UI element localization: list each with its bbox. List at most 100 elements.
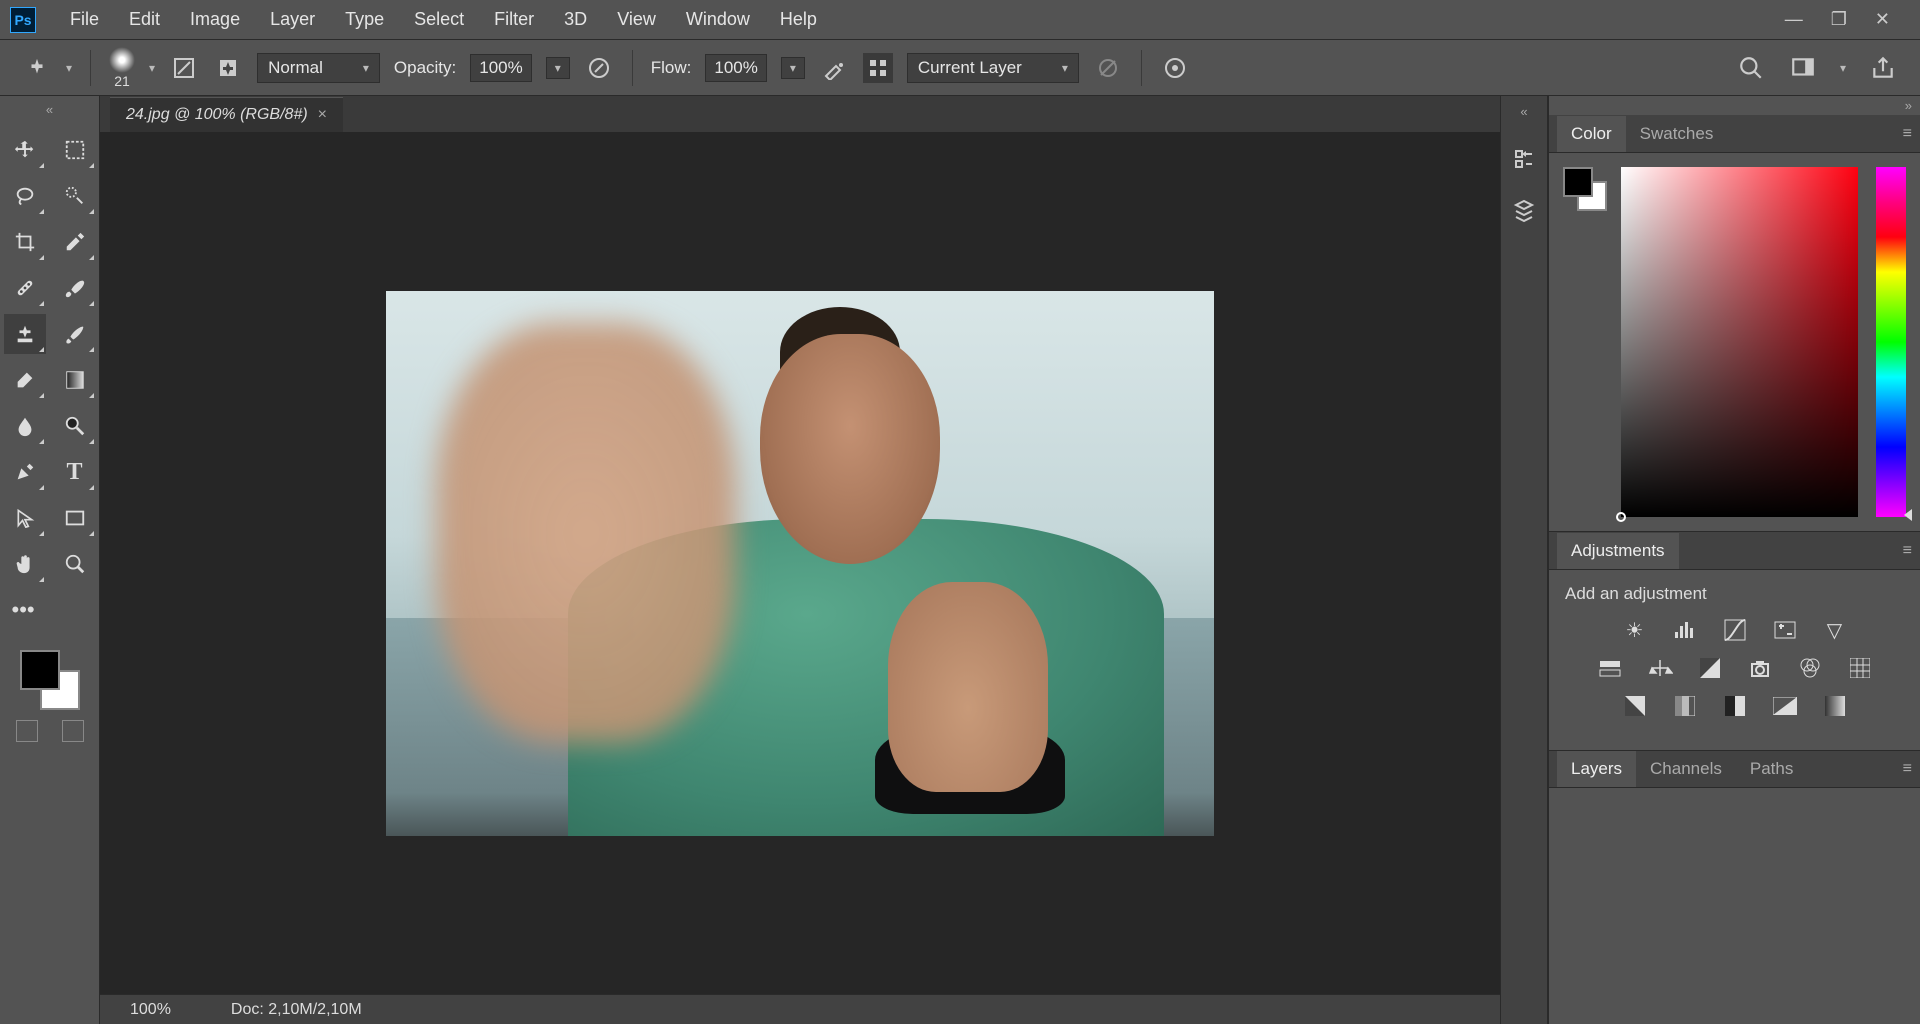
share-icon[interactable] — [1868, 53, 1898, 83]
posterize-icon[interactable] — [1670, 694, 1700, 718]
invert-icon[interactable] — [1620, 694, 1650, 718]
edit-toolbar-button[interactable]: ••• — [4, 590, 46, 630]
pressure-opacity-icon[interactable] — [584, 53, 614, 83]
tab-channels[interactable]: Channels — [1636, 751, 1736, 787]
brush-panel-icon[interactable] — [169, 53, 199, 83]
tab-color[interactable]: Color — [1557, 116, 1626, 152]
clone-stamp-tool[interactable] — [4, 314, 46, 354]
foreground-color[interactable] — [20, 650, 60, 690]
move-tool[interactable] — [4, 130, 46, 170]
gradient-map-icon[interactable] — [1770, 694, 1800, 718]
brush-preview[interactable]: 21 — [109, 47, 135, 89]
channel-mixer-icon[interactable] — [1795, 656, 1825, 680]
curves-icon[interactable] — [1720, 618, 1750, 642]
close-icon[interactable]: × — [318, 106, 327, 124]
minimize-button[interactable]: — — [1785, 9, 1803, 30]
tab-adjustments[interactable]: Adjustments — [1557, 533, 1679, 569]
threshold-icon[interactable] — [1720, 694, 1750, 718]
quick-select-tool[interactable] — [54, 176, 96, 216]
collapse-right-icon[interactable]: « — [1520, 104, 1527, 122]
hue-slider[interactable] — [1876, 167, 1906, 517]
history-brush-tool[interactable] — [54, 314, 96, 354]
color-balance-icon[interactable] — [1645, 656, 1675, 680]
saturation-cursor[interactable] — [1616, 512, 1626, 522]
menu-file[interactable]: File — [56, 3, 113, 36]
menu-select[interactable]: Select — [400, 3, 478, 36]
chevron-down-icon[interactable]: ▾ — [149, 61, 155, 75]
sample-mode-select[interactable]: Current Layer ▾ — [907, 53, 1079, 83]
eraser-tool[interactable] — [4, 360, 46, 400]
opacity-input[interactable]: 100% — [470, 54, 531, 82]
tab-swatches[interactable]: Swatches — [1626, 116, 1728, 152]
gradient-tool[interactable] — [54, 360, 96, 400]
collapse-left-icon[interactable]: « — [46, 102, 53, 120]
menu-view[interactable]: View — [603, 3, 670, 36]
dodge-tool[interactable] — [54, 406, 96, 446]
blend-mode-select[interactable]: Normal ▾ — [257, 53, 380, 83]
zoom-tool[interactable] — [54, 544, 96, 584]
ignore-adjustments-icon[interactable] — [1093, 53, 1123, 83]
foreground-color-mini[interactable] — [1563, 167, 1593, 197]
crop-tool[interactable] — [4, 222, 46, 262]
type-tool[interactable]: T — [54, 452, 96, 492]
brightness-contrast-icon[interactable]: ☀ — [1620, 618, 1650, 642]
screen-mode-toggle[interactable] — [62, 720, 84, 742]
rectangle-tool[interactable] — [54, 498, 96, 538]
marquee-tool[interactable] — [54, 130, 96, 170]
panel-menu-icon[interactable]: ≡ — [1903, 542, 1912, 560]
tab-paths[interactable]: Paths — [1736, 751, 1807, 787]
eyedropper-tool[interactable] — [54, 222, 96, 262]
search-icon[interactable] — [1736, 53, 1766, 83]
exposure-icon[interactable] — [1770, 618, 1800, 642]
healing-tool[interactable] — [4, 268, 46, 308]
menu-window[interactable]: Window — [672, 3, 764, 36]
menu-3d[interactable]: 3D — [550, 3, 601, 36]
hand-tool[interactable] — [4, 544, 46, 584]
photo-filter-icon[interactable] — [1745, 656, 1775, 680]
foreground-background-swatch[interactable] — [20, 650, 80, 710]
doc-info[interactable]: Doc: 2,10M/2,10M — [231, 1001, 362, 1019]
chevron-down-icon[interactable]: ▾ — [1840, 61, 1846, 75]
maximize-button[interactable]: ❐ — [1831, 9, 1847, 30]
canvas-viewport[interactable] — [100, 132, 1500, 994]
black-white-icon[interactable] — [1695, 656, 1725, 680]
menu-type[interactable]: Type — [331, 3, 398, 36]
document-tab[interactable]: 24.jpg @ 100% (RGB/8#) × — [110, 97, 343, 132]
vibrance-icon[interactable]: ▽ — [1820, 618, 1850, 642]
libraries-panel-icon[interactable] — [1506, 196, 1542, 226]
panel-menu-icon[interactable]: ≡ — [1903, 125, 1912, 143]
panel-menu-icon[interactable]: ≡ — [1903, 760, 1912, 778]
menu-help[interactable]: Help — [766, 3, 831, 36]
color-lookup-icon[interactable] — [1845, 656, 1875, 680]
workspace-icon[interactable] — [1788, 53, 1818, 83]
quick-mask-toggle[interactable] — [16, 720, 38, 742]
menu-edit[interactable]: Edit — [115, 3, 174, 36]
selective-color-icon[interactable] — [1820, 694, 1850, 718]
menu-image[interactable]: Image — [176, 3, 254, 36]
opacity-step-button[interactable]: ▾ — [546, 57, 570, 79]
hue-saturation-icon[interactable] — [1595, 656, 1625, 680]
brush-tool[interactable] — [54, 268, 96, 308]
saturation-box[interactable] — [1621, 167, 1858, 517]
airbrush-icon[interactable] — [819, 53, 849, 83]
menu-layer[interactable]: Layer — [256, 3, 329, 36]
close-button[interactable]: ✕ — [1875, 9, 1890, 30]
levels-icon[interactable] — [1670, 618, 1700, 642]
flow-step-button[interactable]: ▾ — [781, 57, 805, 79]
clone-source-icon[interactable] — [213, 53, 243, 83]
tab-layers[interactable]: Layers — [1557, 751, 1636, 787]
history-panel-icon[interactable] — [1506, 144, 1542, 174]
tool-preset-icon[interactable] — [22, 53, 52, 83]
aligned-toggle[interactable] — [863, 53, 893, 83]
hue-cursor[interactable] — [1904, 509, 1912, 521]
chevron-down-icon[interactable]: ▾ — [66, 61, 72, 75]
collapse-right-icon[interactable]: » — [1549, 96, 1920, 115]
blur-tool[interactable] — [4, 406, 46, 446]
flow-input[interactable]: 100% — [705, 54, 766, 82]
lasso-tool[interactable] — [4, 176, 46, 216]
zoom-level[interactable]: 100% — [130, 1001, 171, 1019]
menu-filter[interactable]: Filter — [480, 3, 548, 36]
pressure-size-icon[interactable] — [1160, 53, 1190, 83]
path-select-tool[interactable] — [4, 498, 46, 538]
color-swatch-mini[interactable] — [1563, 167, 1607, 211]
